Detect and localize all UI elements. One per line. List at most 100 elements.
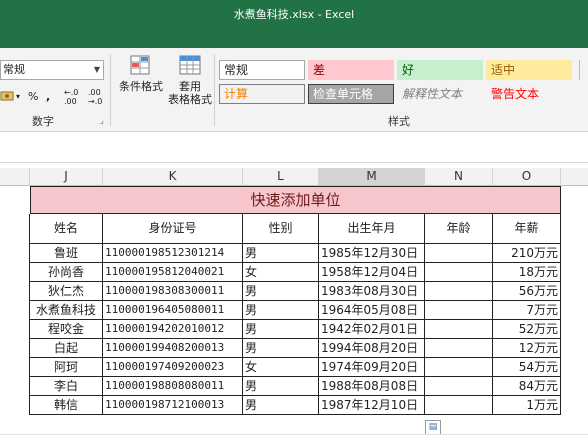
cell-birth-date[interactable]: 1985年12月30日 xyxy=(319,244,425,263)
cell-gender[interactable]: 男 xyxy=(243,377,319,396)
cell-name[interactable]: 水煮鱼科技 xyxy=(30,301,103,320)
format-as-table-label-1: 套用 xyxy=(179,80,201,93)
cell-id-number[interactable]: 110000197409200023 xyxy=(103,358,243,377)
header-cell-name[interactable]: 姓名 xyxy=(30,214,103,244)
cell-birth-date[interactable]: 1983年08月30日 xyxy=(319,282,425,301)
header-cell-birth-date[interactable]: 出生年月 xyxy=(319,214,425,244)
table-format-icon xyxy=(179,55,201,75)
cell-gender[interactable]: 男 xyxy=(243,301,319,320)
cell-gender[interactable]: 男 xyxy=(243,339,319,358)
increase-decimal-button[interactable]: ←.0 .00 xyxy=(64,88,78,106)
format-as-table-label-2: 表格格式 xyxy=(168,93,212,106)
cell-name[interactable]: 白起 xyxy=(30,339,103,358)
cell-birth-date[interactable]: 1942年02月01日 xyxy=(319,320,425,339)
cell-name[interactable]: 李白 xyxy=(30,377,103,396)
dialog-launcher-icon[interactable]: ⌟ xyxy=(100,116,104,125)
cell-birth-date[interactable]: 1987年12月10日 xyxy=(319,396,425,415)
cell-age[interactable] xyxy=(425,301,493,320)
column-header-right-partial[interactable] xyxy=(561,168,588,186)
style-good[interactable]: 好 xyxy=(397,60,483,80)
column-header-N[interactable]: N xyxy=(425,168,493,186)
cell-salary[interactable]: 12万元 xyxy=(493,339,561,358)
cell-salary[interactable]: 56万元 xyxy=(493,282,561,301)
cell-age[interactable] xyxy=(425,320,493,339)
cell-id-number[interactable]: 110000198808080011 xyxy=(103,377,243,396)
window-title: 水煮鱼科技.xlsx - Excel xyxy=(233,8,355,21)
chevron-down-icon[interactable]: ▾ xyxy=(16,88,20,106)
cell-birth-date[interactable]: 1958年12月04日 xyxy=(319,263,425,282)
group-divider xyxy=(214,54,215,126)
cell-name[interactable]: 鲁班 xyxy=(30,244,103,263)
spreadsheet-grid[interactable]: J K L M N O 快速添加单位 ▤ 姓名 身份证号 性别 出生年月 年龄 年薪 鲁班 1… xyxy=(0,168,588,448)
cell-name[interactable]: 孙尚香 xyxy=(30,263,103,282)
cell-age[interactable] xyxy=(425,244,493,263)
percent-button[interactable]: % xyxy=(28,88,38,106)
header-cell-age[interactable]: 年龄 xyxy=(425,214,493,244)
cell-birth-date[interactable]: 1974年09月20日 xyxy=(319,358,425,377)
cell-id-number[interactable]: 110000196405080011 xyxy=(103,301,243,320)
cell-age[interactable] xyxy=(425,377,493,396)
cell-gender[interactable]: 男 xyxy=(243,396,319,415)
table-banner[interactable]: 快速添加单位 xyxy=(30,186,561,214)
cell-salary[interactable]: 7万元 xyxy=(493,301,561,320)
header-cell-gender[interactable]: 性别 xyxy=(243,214,319,244)
cell-id-number[interactable]: 110000194202010012 xyxy=(103,320,243,339)
cell-gender[interactable]: 女 xyxy=(243,358,319,377)
ribbon: 常规 ▼ ▾ % , ←.0 .00 .00 →.0 数字 ⌟ 条件格式 套用 xyxy=(0,48,588,132)
cell-gender[interactable]: 男 xyxy=(243,320,319,339)
column-header-J[interactable]: J xyxy=(30,168,103,186)
title-bar: 水煮鱼科技.xlsx - Excel xyxy=(0,0,588,48)
cell-birth-date[interactable]: 1988年08月08日 xyxy=(319,377,425,396)
cell-id-number[interactable]: 110000198712100013 xyxy=(103,396,243,415)
cell-age[interactable] xyxy=(425,358,493,377)
cell-salary[interactable]: 54万元 xyxy=(493,358,561,377)
conditional-format-button[interactable]: 条件格式 xyxy=(113,52,169,110)
cell-id-number[interactable]: 110000198308300011 xyxy=(103,282,243,301)
formula-bar[interactable] xyxy=(0,133,588,163)
style-warning[interactable]: 警告文本 xyxy=(486,84,572,104)
cell-age[interactable] xyxy=(425,263,493,282)
column-header-M[interactable]: M xyxy=(319,168,425,186)
cell-name[interactable]: 阿珂 xyxy=(30,358,103,377)
header-cell-id-number[interactable]: 身份证号 xyxy=(103,214,243,244)
cell-name[interactable]: 程咬金 xyxy=(30,320,103,339)
cell-salary[interactable]: 18万元 xyxy=(493,263,561,282)
cell-name[interactable]: 狄仁杰 xyxy=(30,282,103,301)
column-header-O[interactable]: O xyxy=(493,168,561,186)
cell-salary[interactable]: 1万元 xyxy=(493,396,561,415)
number-format-dropdown[interactable]: 常规 ▼ xyxy=(0,60,104,80)
cell-id-number[interactable]: 110000199408200013 xyxy=(103,339,243,358)
header-cell-salary[interactable]: 年薪 xyxy=(493,214,561,244)
styles-group-label: 样式 xyxy=(388,115,410,128)
gridline xyxy=(0,434,588,435)
cell-salary[interactable]: 84万元 xyxy=(493,377,561,396)
cell-birth-date[interactable]: 1994年08月20日 xyxy=(319,339,425,358)
format-as-table-button[interactable]: 套用 表格格式 xyxy=(162,52,218,110)
quick-analysis-icon[interactable]: ▤ xyxy=(425,420,441,435)
cell-age[interactable] xyxy=(425,396,493,415)
cell-age[interactable] xyxy=(425,339,493,358)
style-calculation[interactable]: 计算 xyxy=(219,84,305,104)
style-check-cell[interactable]: 检查单元格 xyxy=(308,84,394,104)
cell-gender[interactable]: 男 xyxy=(243,282,319,301)
column-header-left-partial[interactable] xyxy=(0,168,30,186)
currency-format-button[interactable] xyxy=(0,88,16,110)
column-header-K[interactable]: K xyxy=(103,168,243,186)
cell-id-number[interactable]: 110000195812040021 xyxy=(103,263,243,282)
comma-style-button[interactable]: , xyxy=(46,88,50,106)
column-header-L[interactable]: L xyxy=(243,168,319,186)
cell-gender[interactable]: 男 xyxy=(243,244,319,263)
style-bad[interactable]: 差 xyxy=(308,60,394,80)
cell-birth-date[interactable]: 1964年05月08日 xyxy=(319,301,425,320)
style-explanatory[interactable]: 解释性文本 xyxy=(397,84,483,104)
style-normal[interactable]: 常规 xyxy=(219,60,305,80)
cell-name[interactable]: 韩信 xyxy=(30,396,103,415)
style-neutral[interactable]: 适中 xyxy=(486,60,572,80)
cell-gender[interactable]: 女 xyxy=(243,263,319,282)
decrease-decimal-button[interactable]: .00 →.0 xyxy=(88,88,102,106)
styles-gallery-scroll[interactable] xyxy=(579,60,588,104)
cell-salary[interactable]: 210万元 xyxy=(493,244,561,263)
cell-salary[interactable]: 52万元 xyxy=(493,320,561,339)
cell-id-number[interactable]: 110000198512301214 xyxy=(103,244,243,263)
cell-age[interactable] xyxy=(425,282,493,301)
